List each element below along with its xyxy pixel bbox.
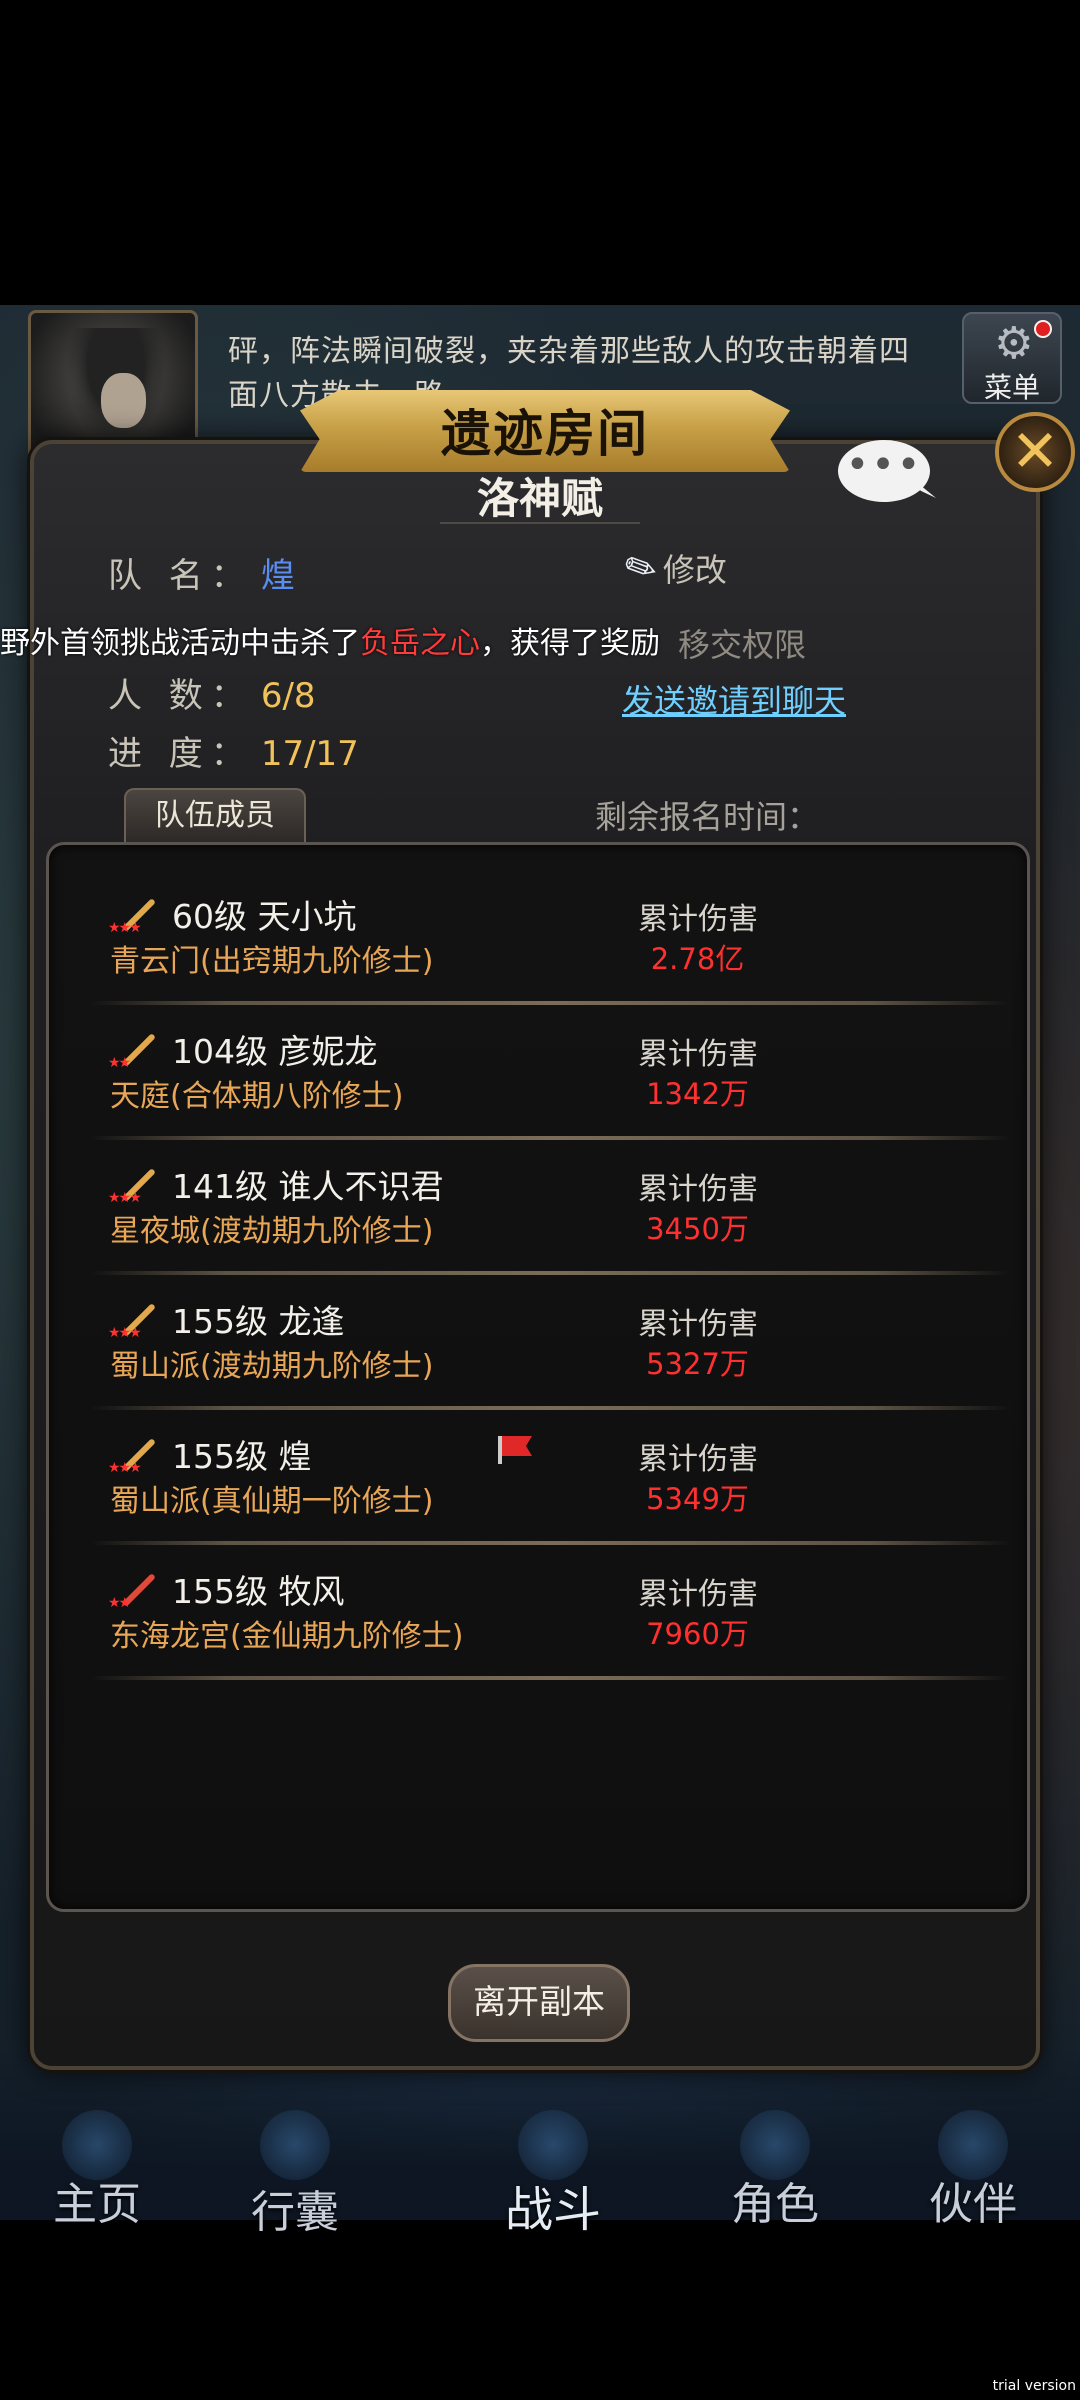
row-divider (90, 1676, 1010, 1680)
leave-dungeon-button[interactable]: 离开副本 (448, 1964, 630, 2042)
menu-label: 菜单 (983, 371, 1040, 404)
damage-value: 5349万 (646, 1482, 749, 1516)
avatar-face (101, 373, 146, 428)
room-name: 洛神赋 (476, 474, 603, 523)
menu-button[interactable]: ⚙ 菜单 (962, 312, 1062, 404)
member-sect: 天庭(合体期八阶修士) (110, 1079, 404, 1114)
team-name-row: 队 名：煌 (108, 548, 295, 597)
damage-label: 累计伤害 (638, 1577, 758, 1612)
member-row[interactable]: ★★ 155级 牧风 东海龙宫(金仙期九阶修士) 累计伤害 7960万 (60, 1545, 1020, 1680)
broadcast-suffix: ，获得了奖励 (480, 626, 660, 661)
sword-icon: ★★★ (108, 1297, 156, 1345)
member-name: 104级 彦妮龙 (172, 1032, 378, 1071)
member-name: 155级 牧风 (172, 1572, 345, 1611)
dialog-title: 遗迹房间 (441, 405, 649, 463)
member-sect: 蜀山派(渡劫期九阶修士) (110, 1349, 434, 1384)
progress-value: 17/17 (260, 734, 359, 774)
damage-value: 1342万 (646, 1077, 749, 1111)
member-row[interactable]: ★★★ 141级 谁人不识君 星夜城(渡劫期九阶修士) 累计伤害 3450万 (60, 1140, 1020, 1275)
damage-value: 7960万 (646, 1617, 749, 1651)
send-invite-link[interactable]: 发送邀请到聊天 (622, 676, 846, 722)
sword-icon: ★★★ (108, 1162, 156, 1210)
damage-value: 5327万 (646, 1347, 749, 1381)
gear-icon: ⚙ (994, 318, 1034, 369)
feather-pen-icon: ✎ (617, 541, 665, 595)
edit-button[interactable]: ✎修改 (617, 541, 727, 595)
nav-home[interactable]: 主页 (12, 2110, 182, 2230)
member-name: 141级 谁人不识君 (172, 1167, 444, 1206)
system-broadcast: 野外首领挑战活动中击杀了负岳之心，获得了奖励 (0, 618, 660, 662)
remaining-signup-time-label: 剩余报名时间： (595, 798, 820, 836)
member-row[interactable]: ★★★ 60级 天小坑 青云门(出窍期九阶修士) 累计伤害 2.78亿 (60, 870, 1020, 1005)
notification-dot (1034, 320, 1052, 338)
team-name-value: 煌 (260, 556, 295, 596)
edit-label: 修改 (662, 551, 727, 589)
nav-battle[interactable]: 战斗 (468, 2110, 638, 2238)
member-row[interactable]: ★★★ 155级 煌 蜀山派(真仙期一阶修士) 累计伤害 5349万 (60, 1410, 1020, 1545)
damage-label: 累计伤害 (638, 1442, 758, 1477)
member-count-value: 6/8 (260, 676, 316, 716)
member-sect: 蜀山派(真仙期一阶修士) (110, 1484, 434, 1519)
nav-label: 主页 (53, 2179, 141, 2230)
member-name: 155级 龙逢 (172, 1302, 345, 1341)
member-name: 60级 天小坑 (172, 897, 357, 936)
member-sect: 东海龙宫(金仙期九阶修士) (110, 1619, 464, 1654)
sword-icon: ★★★ (108, 1432, 156, 1480)
member-count-row: 人 数： 6/8 (108, 668, 316, 717)
sword-icon: ★★ (108, 1027, 156, 1075)
damage-label: 累计伤害 (638, 902, 758, 937)
player-avatar[interactable] (28, 310, 198, 460)
transfer-permission-button[interactable]: 移交权限 (678, 620, 806, 666)
damage-label: 累计伤害 (638, 1307, 758, 1342)
progress-label: 进 度： (108, 734, 253, 774)
member-count-label: 人 数： (108, 676, 253, 716)
bottom-nav: 主页 行囊 战斗 角色 伙伴 (0, 2050, 1080, 2238)
team-leader-flag-icon (496, 1436, 534, 1464)
member-row[interactable]: ★★ 104级 彦妮龙 天庭(合体期八阶修士) 累计伤害 1342万 (60, 1005, 1020, 1140)
nav-label: 行囊 (251, 2187, 339, 2238)
progress-row: 进 度： 17/17 (108, 726, 359, 775)
member-row[interactable]: ★★★ 155级 龙逢 蜀山派(渡劫期九阶修士) 累计伤害 5327万 (60, 1275, 1020, 1410)
broadcast-boss-name: 负岳之心 (360, 626, 480, 661)
nav-label: 战斗 (504, 2182, 601, 2238)
sword-icon: ★★★ (108, 892, 156, 940)
member-sect: 星夜城(渡劫期九阶修士) (110, 1214, 434, 1249)
damage-value: 3450万 (646, 1212, 749, 1246)
member-sect: 青云门(出窍期九阶修士) (110, 944, 434, 979)
sword-icon: ★★ (108, 1567, 156, 1615)
tab-team-members[interactable]: 队伍成员 (124, 788, 306, 844)
broadcast-prefix: 野外首领挑战活动中击杀了 (0, 626, 360, 661)
damage-label: 累计伤害 (638, 1172, 758, 1207)
damage-label: 累计伤害 (638, 1037, 758, 1072)
nav-partner[interactable]: 伙伴 (888, 2110, 1058, 2230)
nav-character[interactable]: 角色 (690, 2110, 860, 2230)
nav-label: 角色 (731, 2179, 819, 2230)
bag-icon (260, 2110, 330, 2180)
title-divider (440, 522, 640, 524)
member-name: 155级 煌 (172, 1437, 312, 1476)
nav-label: 伙伴 (929, 2179, 1017, 2230)
damage-value: 2.78亿 (650, 942, 745, 976)
team-name-label: 队 名： (108, 556, 253, 596)
trial-watermark: trial version (992, 2378, 1076, 2394)
nav-bag[interactable]: 行囊 (210, 2110, 380, 2238)
